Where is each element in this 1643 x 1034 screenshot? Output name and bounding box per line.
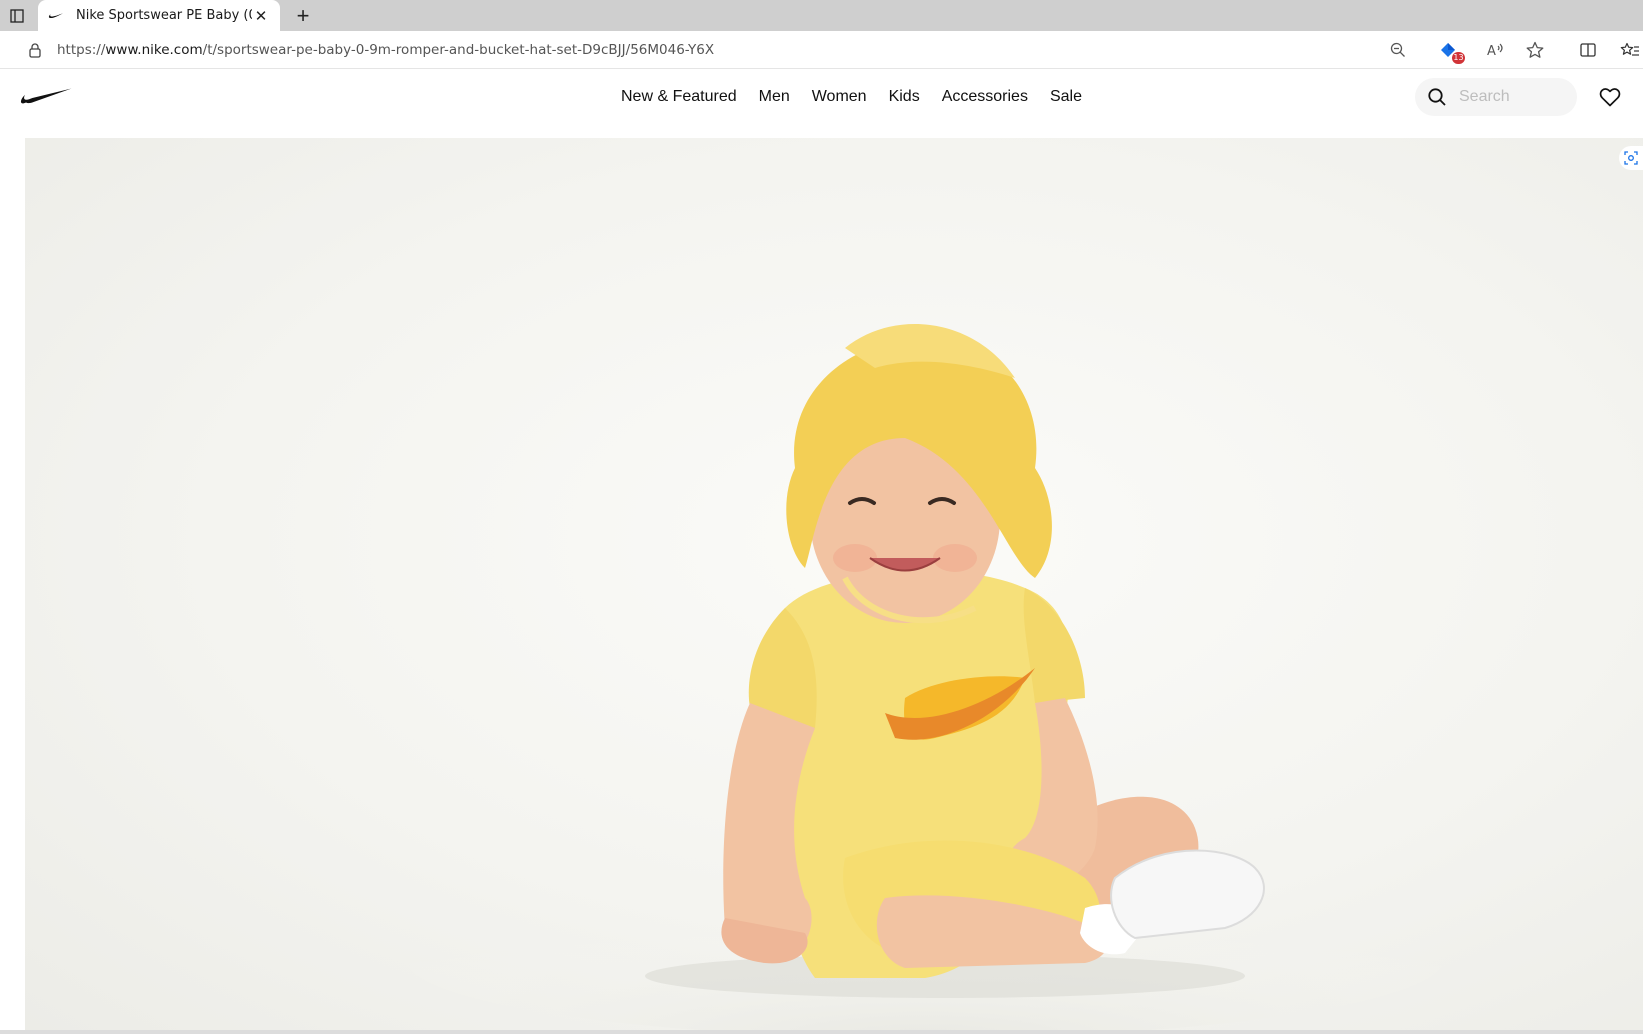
favorites-list-icon[interactable] — [1619, 39, 1641, 61]
search-input[interactable] — [1459, 88, 1569, 106]
product-hero-image[interactable] — [25, 138, 1643, 1030]
split-screen-icon[interactable] — [1577, 39, 1599, 61]
browser-tab[interactable]: Nike Sportswear PE Baby (0-9M) ✕ — [38, 0, 280, 31]
star-icon[interactable] — [1524, 39, 1546, 61]
browser-toolbar: https://www.nike.com/t/sportswear-pe-bab… — [0, 31, 1643, 69]
nike-swoosh-icon — [48, 10, 66, 22]
extension-badge: 13 — [1452, 52, 1465, 64]
main-nav: New & Featured Men Women Kids Accessorie… — [621, 88, 1104, 106]
baby-photo — [405, 324, 1445, 1030]
close-icon[interactable]: ✕ — [252, 7, 270, 25]
plus-icon[interactable]: + — [290, 3, 316, 29]
nav-link-accessories[interactable]: Accessories — [942, 88, 1028, 106]
url-path: /t/sportswear-pe-baby-0-9m-romper-and-bu… — [202, 42, 715, 58]
nav-link-new-featured[interactable]: New & Featured — [621, 88, 737, 106]
nav-link-women[interactable]: Women — [812, 88, 867, 106]
site-header: New & Featured Men Women Kids Accessorie… — [0, 70, 1643, 138]
tab-actions-icon[interactable] — [0, 0, 34, 31]
url-scheme: https:// — [57, 42, 106, 58]
nike-swoosh-logo[interactable] — [20, 86, 72, 106]
zoom-out-icon[interactable] — [1387, 39, 1409, 61]
read-aloud-icon[interactable]: A — [1484, 39, 1506, 61]
tab-title: Nike Sportswear PE Baby (0-9M) — [76, 8, 252, 23]
lock-icon[interactable] — [28, 42, 42, 58]
svg-text:A: A — [1487, 44, 1496, 58]
search-icon[interactable] — [1427, 87, 1447, 107]
extension-icon[interactable]: 13 — [1438, 39, 1465, 64]
visual-search-icon[interactable] — [1619, 146, 1643, 170]
browser-tab-strip: Nike Sportswear PE Baby (0-9M) ✕ + — [0, 0, 1643, 31]
address-bar[interactable]: https://www.nike.com/t/sportswear-pe-bab… — [8, 35, 1352, 65]
nav-link-men[interactable]: Men — [759, 88, 790, 106]
url-host: www.nike.com — [105, 42, 203, 58]
url-text: https://www.nike.com/t/sportswear-pe-bab… — [57, 42, 714, 58]
search-box[interactable] — [1415, 78, 1577, 116]
nav-link-kids[interactable]: Kids — [889, 88, 920, 106]
page-bottom-border — [0, 1030, 1643, 1034]
heart-icon[interactable] — [1598, 85, 1622, 109]
nav-link-sale[interactable]: Sale — [1050, 88, 1082, 106]
